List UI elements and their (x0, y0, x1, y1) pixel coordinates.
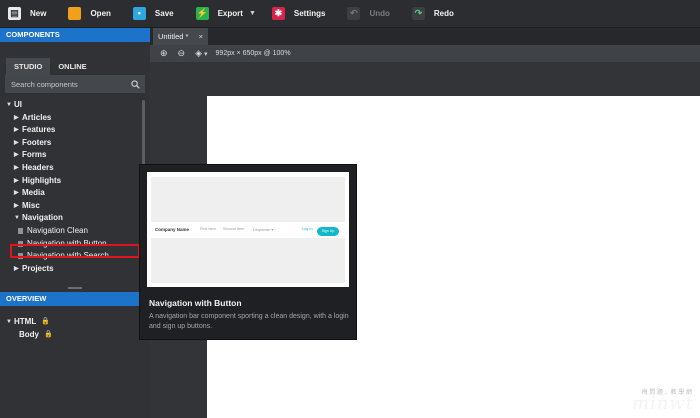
preview-bottom-block (151, 238, 345, 283)
canvas-toolbar: ⊕ ⊖ ◈ ▾ 992px × 650px @ 100% (150, 45, 700, 62)
triangle-right-icon: ▶ (14, 127, 19, 134)
search-placeholder: Search components (11, 79, 78, 89)
tab-untitled[interactable]: Untitled * × (153, 28, 208, 45)
preview-brand: Company Name (155, 227, 190, 232)
overview-item-body[interactable]: Body 🔒 (0, 329, 140, 342)
triangle-right-icon: ▶ (14, 190, 19, 197)
tree-item-headers[interactable]: ▶ Headers (0, 162, 150, 175)
components-header: COMPONENTS (0, 28, 150, 42)
preview-login: Log In (302, 227, 313, 231)
chevron-down-icon: ▼ (248, 10, 256, 17)
document-icon (18, 228, 23, 235)
document-tabbar: Untitled * × (150, 28, 700, 45)
tree-item-navigation-clean[interactable]: Navigation Clean (0, 225, 150, 238)
settings-button[interactable]: ✱ Settings (264, 0, 332, 27)
search-icon (131, 79, 140, 89)
triangle-down-icon: ▼ (6, 102, 12, 108)
tree-item-projects[interactable]: ▶ Projects (0, 263, 150, 276)
search-input[interactable]: Search components (5, 75, 145, 93)
redo-icon: ↷ (411, 7, 425, 20)
triangle-right-icon: ▶ (14, 202, 19, 209)
overview-tree: ▼ HTML 🔒 Body 🔒 (0, 316, 140, 341)
triangle-right-icon: ▶ (14, 164, 19, 171)
tree-item-ui[interactable]: ▼ UI (0, 99, 150, 112)
gear-icon: ✱ (271, 7, 285, 20)
lock-icon: 🔒 (41, 318, 50, 325)
watermark-logo: minwt (631, 393, 694, 414)
tab-online[interactable]: ONLINE (50, 58, 94, 75)
triangle-down-icon: ▼ (14, 215, 20, 222)
layers-icon[interactable]: ◈ (195, 48, 202, 59)
open-label: Open (90, 9, 111, 18)
undo-label: Undo (369, 9, 390, 18)
triangle-right-icon: ▶ (14, 152, 19, 159)
overview-item-html[interactable]: ▼ HTML 🔒 (0, 316, 140, 329)
new-label: New (30, 9, 47, 18)
floppy-icon: ▪ (132, 7, 146, 20)
chevron-down-icon[interactable]: ▾ (204, 50, 208, 58)
selection-highlight-box (10, 244, 140, 258)
main-toolbar: ▤ New Open ▪ Save ⚡ Export ▼ ✱ Settings … (0, 0, 700, 28)
tooltip-description: A navigation bar component sporting a cl… (149, 313, 349, 330)
open-button[interactable]: Open (60, 0, 116, 27)
triangle-down-icon: ▼ (6, 319, 12, 325)
tree-item-highlights[interactable]: ▶ Highlights (0, 175, 150, 188)
save-label: Save (154, 9, 174, 18)
tree-item-footers[interactable]: ▶ Footers (0, 137, 150, 150)
overview-header: OVERVIEW (0, 292, 140, 306)
export-label: Export (217, 9, 243, 18)
new-button[interactable]: ▤ New (0, 0, 52, 27)
undo-icon: ↶ (347, 7, 361, 20)
lock-icon: 🔒 (44, 330, 53, 338)
zoom-in-icon[interactable]: ⊕ (160, 48, 168, 59)
tab-studio[interactable]: STUDIO (6, 58, 51, 75)
close-icon[interactable]: × (199, 28, 203, 45)
sidebar: COMPONENTS STUDIO ONLINE Search componen… (0, 28, 150, 418)
component-preview-image: Company Name First Item Second Item Drop… (147, 172, 349, 287)
export-button[interactable]: ⚡ Export ▼ (188, 0, 262, 27)
preview-navbar: Company Name First Item Second Item Drop… (147, 224, 349, 236)
save-button[interactable]: ▪ Save (125, 0, 180, 27)
tree-item-misc[interactable]: ▶ Misc (0, 200, 150, 213)
panel-resize-handle[interactable] (68, 287, 82, 289)
tree-item-articles[interactable]: ▶ Articles (0, 112, 150, 125)
component-preview-tooltip: Company Name First Item Second Item Drop… (139, 164, 357, 340)
tooltip-title: Navigation with Button (149, 298, 242, 308)
tree-item-forms[interactable]: ▶ Forms (0, 149, 150, 162)
preview-dropdown: Dropdown ▾ (253, 228, 274, 232)
tree-item-features[interactable]: ▶ Features (0, 124, 150, 137)
canvas-size-info: 992px × 650px @ 100% (215, 50, 291, 57)
preview-first-item: First Item (200, 227, 216, 231)
triangle-right-icon: ▶ (14, 265, 19, 272)
zoom-out-icon[interactable]: ⊖ (178, 48, 186, 59)
overview-panel: OVERVIEW ▼ HTML 🔒 Body 🔒 (0, 292, 140, 341)
tree-item-navigation[interactable]: ▼ Navigation (0, 212, 150, 225)
export-icon: ⚡ (195, 7, 209, 20)
redo-label: Redo (433, 9, 454, 18)
component-tabs: STUDIO ONLINE (6, 58, 150, 75)
folder-icon (68, 7, 82, 20)
tab-label: Untitled * (158, 32, 189, 41)
tree-item-media[interactable]: ▶ Media (0, 187, 150, 200)
triangle-right-icon: ▶ (14, 139, 19, 146)
redo-button[interactable]: ↷ Redo (404, 0, 460, 27)
preview-signup-button: Sign Up (317, 227, 339, 236)
preview-second-item: Second Item (223, 227, 245, 231)
undo-button[interactable]: ↶ Undo (339, 0, 395, 27)
triangle-right-icon: ▶ (14, 114, 19, 121)
preview-top-block (151, 177, 345, 222)
triangle-right-icon: ▶ (14, 177, 19, 184)
new-file-icon: ▤ (8, 7, 21, 20)
settings-label: Settings (293, 9, 326, 18)
